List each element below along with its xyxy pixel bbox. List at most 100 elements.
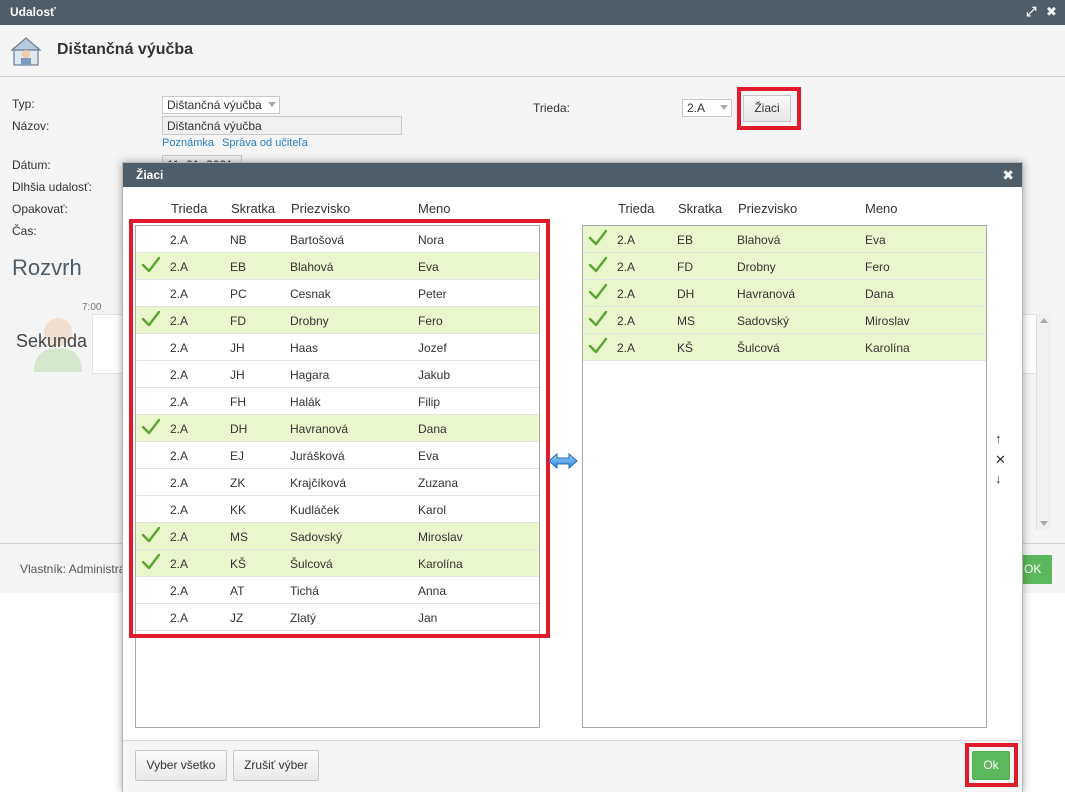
student-row[interactable]: 2.A JH Haas Jozef — [136, 334, 539, 361]
student-meno: Eva — [418, 260, 439, 274]
trieda-select[interactable]: 2.A — [682, 99, 732, 117]
trieda-label: Trieda: — [533, 101, 570, 115]
student-row[interactable]: 2.A KŠ Šulcová Karolína — [136, 550, 539, 577]
student-priezvisko: Tichá — [290, 584, 319, 598]
right-header-priezvisko[interactable]: Priezvisko — [738, 201, 797, 216]
student-trieda: 2.A — [170, 260, 189, 274]
check-icon[interactable] — [141, 256, 161, 274]
datum-label: Dátum: — [12, 158, 51, 172]
left-header-skratka[interactable]: Skratka — [231, 201, 275, 216]
check-icon[interactable] — [141, 310, 161, 328]
student-row[interactable]: 2.A AT Tichá Anna — [136, 577, 539, 604]
clear-selection-button[interactable]: Zrušiť výber — [233, 750, 319, 781]
student-priezvisko: Jurášková — [290, 449, 345, 463]
student-meno: Eva — [865, 233, 886, 247]
student-priezvisko: Cesnak — [290, 287, 331, 301]
move-down-icon[interactable]: ↓ — [995, 471, 1002, 486]
check-icon[interactable] — [588, 229, 608, 247]
student-row[interactable]: 2.A KŠ Šulcová Karolína — [583, 334, 986, 361]
student-trieda: 2.A — [170, 233, 189, 247]
select-all-button[interactable]: Vyber všetko — [135, 750, 227, 781]
check-icon[interactable] — [141, 553, 161, 571]
remove-icon[interactable]: ✕ — [995, 452, 1006, 468]
move-up-icon[interactable]: ↑ — [995, 431, 1002, 446]
student-row[interactable]: 2.A MS Sadovský Miroslav — [583, 307, 986, 334]
student-trieda: 2.A — [170, 584, 189, 598]
student-trieda: 2.A — [170, 314, 189, 328]
check-icon[interactable] — [141, 418, 161, 436]
left-header-priezvisko[interactable]: Priezvisko — [291, 201, 350, 216]
ziaci-button[interactable]: Žiaci — [743, 95, 791, 122]
student-meno: Jakub — [418, 368, 451, 382]
student-row[interactable]: 2.A FH Halák Filip — [136, 388, 539, 415]
schedule-title: Rozvrh — [12, 255, 82, 280]
student-row[interactable]: 2.A DH Havranová Dana — [136, 415, 539, 442]
student-meno: Peter — [418, 287, 447, 301]
check-icon[interactable] — [588, 310, 608, 328]
student-trieda: 2.A — [170, 611, 189, 625]
student-skratka: EB — [677, 233, 694, 247]
student-row[interactable]: 2.A JZ Zlatý Jan — [136, 604, 539, 631]
student-row[interactable]: 2.A EB Blahová Eva — [136, 253, 539, 280]
dialog-title: Žiaci — [136, 168, 164, 182]
student-trieda: 2.A — [170, 557, 189, 571]
student-row[interactable]: 2.A NB Bartošová Nora — [136, 226, 539, 253]
student-trieda: 2.A — [170, 476, 189, 490]
chevron-down-icon — [720, 105, 728, 110]
student-priezvisko: Havranová — [737, 287, 796, 301]
check-icon[interactable] — [588, 283, 608, 301]
nazov-input[interactable]: Dištančná výučba — [162, 116, 402, 135]
person-label: Sekunda — [16, 331, 88, 351]
selected-students-list[interactable]: 2.A EB Blahová Eva 2.A FD Drobny Fero 2.A DH Havra… — [582, 225, 987, 728]
student-trieda: 2.A — [170, 530, 189, 544]
student-priezvisko: Kudláček — [290, 503, 340, 517]
poznamka-link[interactable]: Poznámka — [162, 137, 214, 149]
student-row[interactable]: 2.A DH Havranová Dana — [583, 280, 986, 307]
student-row[interactable]: 2.A FD Drobny Fero — [583, 253, 986, 280]
student-row[interactable]: 2.A KK Kudláček Karol — [136, 496, 539, 523]
student-row[interactable]: 2.A FD Drobny Fero — [136, 307, 539, 334]
event-title: Dištančná výučba — [57, 41, 194, 58]
scroll-up-icon[interactable] — [1040, 318, 1048, 323]
student-priezvisko: Bartošová — [290, 233, 345, 247]
student-row[interactable]: 2.A JH Hagara Jakub — [136, 361, 539, 388]
left-header-trieda[interactable]: Trieda — [171, 201, 207, 216]
chevron-down-icon — [268, 102, 276, 107]
sprava-link[interactable]: Správa od učiteľa — [222, 137, 308, 149]
student-priezvisko: Drobny — [737, 260, 776, 274]
student-priezvisko: Šulcová — [737, 341, 780, 355]
event-window-title: Udalosť — [10, 5, 56, 19]
student-row[interactable]: 2.A EJ Jurášková Eva — [136, 442, 539, 469]
ok-button[interactable]: Ok — [972, 751, 1010, 780]
student-meno: Filip — [418, 395, 441, 409]
student-row[interactable]: 2.A PC Cesnak Peter — [136, 280, 539, 307]
student-row[interactable]: 2.A EB Blahová Eva — [583, 226, 986, 253]
close-icon[interactable]: ✖ — [1002, 167, 1014, 184]
check-icon[interactable] — [141, 526, 161, 544]
check-icon[interactable] — [588, 337, 608, 355]
typ-value: Dištančná výučba — [167, 98, 262, 112]
scroll-down-icon[interactable] — [1040, 521, 1048, 526]
right-header-skratka[interactable]: Skratka — [678, 201, 722, 216]
student-meno: Jan — [418, 611, 438, 625]
left-right-arrows-icon[interactable] — [548, 450, 578, 472]
available-students-list[interactable]: 2.A NB Bartošová Nora 2.A EB Blahová Eva 2.A PC Ce… — [135, 225, 540, 728]
right-header-trieda[interactable]: Trieda — [618, 201, 654, 216]
schedule-scrollbar[interactable] — [1036, 314, 1051, 530]
left-header-meno[interactable]: Meno — [418, 201, 451, 216]
right-header-meno[interactable]: Meno — [865, 201, 898, 216]
student-meno: Dana — [865, 287, 894, 301]
check-icon[interactable] — [588, 256, 608, 274]
student-row[interactable]: 2.A MS Sadovský Miroslav — [136, 523, 539, 550]
student-priezvisko: Šulcová — [290, 557, 333, 571]
dialog-titlebar: Žiaci ✖ — [123, 163, 1022, 187]
student-trieda: 2.A — [617, 260, 636, 274]
student-skratka: ZK — [230, 476, 246, 490]
typ-select[interactable]: Dištančná výučba — [162, 96, 280, 114]
maximize-icon[interactable]: ⤢ — [1026, 4, 1036, 20]
event-ok-button[interactable]: OK — [1020, 555, 1052, 584]
student-row[interactable]: 2.A ZK Krajčíková Zuzana — [136, 469, 539, 496]
close-icon[interactable]: ✖ — [1046, 4, 1057, 20]
student-skratka: FD — [677, 260, 693, 274]
student-meno: Fero — [418, 314, 443, 328]
